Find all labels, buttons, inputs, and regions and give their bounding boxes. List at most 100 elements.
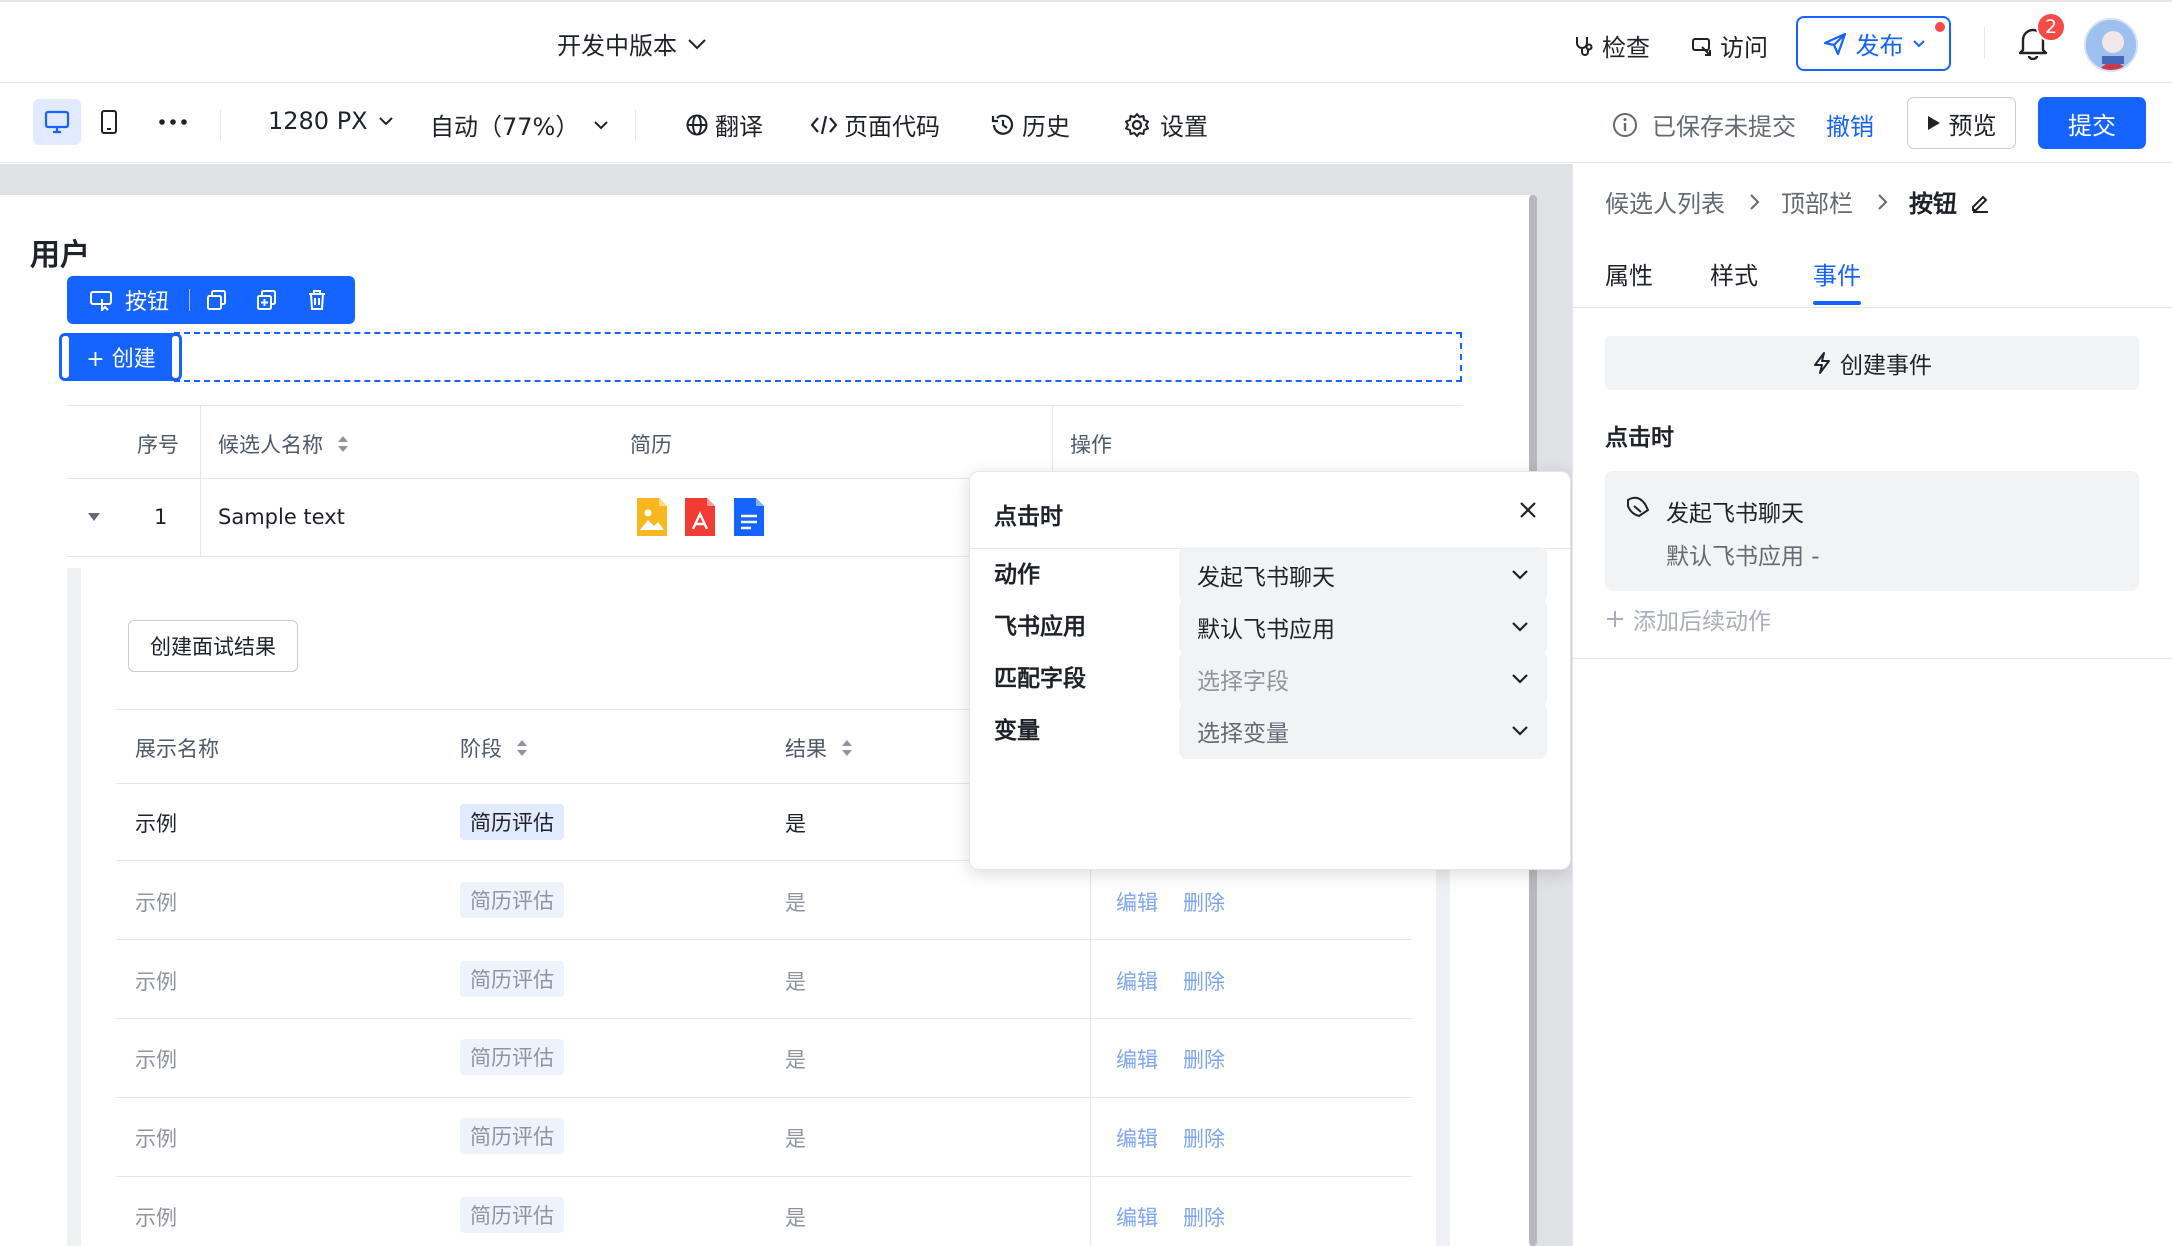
copy-icon[interactable] [206,289,228,311]
header-stage[interactable]: 阶段 [460,733,528,763]
notification-button[interactable]: 2 [2018,12,2066,60]
publish-button[interactable]: 发布 [1796,16,1951,71]
table-row[interactable]: 示例 简历评估 是 编辑 删除 [116,1177,1412,1246]
table-row[interactable]: 示例 简历评估 是 编辑 删除 [116,861,1412,939]
inspect-button[interactable]: 检查 [1572,28,1650,63]
edit-link[interactable]: 编辑 [1116,887,1158,917]
header-stage-label: 阶段 [460,737,502,761]
globe-icon [686,114,708,135]
header-result-label: 结果 [785,737,827,761]
history-icon [991,114,1014,135]
delete-link[interactable]: 删除 [1183,966,1225,996]
document-file-icon[interactable] [732,496,766,538]
divider [1090,861,1091,939]
create-event-label: 创建事件 [1840,353,1932,379]
zoom-dropdown[interactable]: 自动（77%） [430,107,609,142]
trash-icon[interactable] [306,289,328,311]
pdf-file-icon[interactable] [683,496,717,538]
play-icon [1927,116,1940,130]
edit-link[interactable]: 编辑 [1116,966,1158,996]
close-icon[interactable] [1518,500,1538,520]
app-select[interactable]: 默认飞书应用 [1179,599,1547,655]
page-code-label: 页面代码 [844,113,940,141]
zoom-label: 自动（77%） [430,113,580,141]
row-result: 是 [785,1127,806,1151]
stage-tag: 简历评估 [460,804,564,840]
delete-link[interactable]: 删除 [1183,1202,1225,1232]
on-click-label: 点击时 [1605,425,1674,451]
history-button[interactable]: 历史 [990,107,1070,142]
image-file-icon[interactable] [635,496,669,538]
divider [1573,307,2172,308]
avatar-image [2086,20,2136,70]
delete-link[interactable]: 删除 [1183,1044,1225,1074]
variable-select[interactable]: 选择变量 [1179,703,1547,759]
more-button[interactable] [159,119,187,125]
breadcrumb-item-topbar[interactable]: 顶部栏 [1781,184,1853,219]
plus-icon [1607,611,1623,627]
edit-link[interactable]: 编辑 [1116,1044,1158,1074]
desktop-view-button[interactable] [33,99,81,145]
tab-properties[interactable]: 属性 [1605,256,1653,291]
field-label-action: 动作 [994,562,1040,588]
undo-link[interactable]: 撤销 [1826,107,1874,142]
divider [1573,658,2172,659]
divider [1090,940,1091,1018]
row-result: 是 [785,891,806,915]
version-dropdown[interactable]: 开发中版本 [557,26,707,61]
page-code-button[interactable]: 页面代码 [810,107,940,142]
row-display-name: 示例 [135,891,177,915]
delete-link[interactable]: 删除 [1183,887,1225,917]
tab-events[interactable]: 事件 [1813,256,1861,291]
table-row[interactable]: 示例 简历评估 是 编辑 删除 [116,1019,1412,1097]
width-dropdown[interactable]: 1280 PX [268,107,394,135]
header-candidate-name-label: 候选人名称 [218,433,323,457]
inspect-label: 检查 [1602,34,1650,62]
resize-handle-left[interactable] [59,333,72,381]
save-status-text: 已保存未提交 [1652,113,1796,141]
create-interview-result-button[interactable]: 创建面试结果 [128,620,298,672]
table-row[interactable]: 示例 简历评估 是 编辑 删除 [116,1098,1412,1176]
edit-link[interactable]: 编辑 [1116,1202,1158,1232]
variable-placeholder: 选择变量 [1197,721,1289,747]
info-icon [1613,112,1637,137]
resize-handle-right[interactable] [169,333,182,381]
event-action-card[interactable]: 发起飞书聊天 默认飞书应用 - [1605,471,2139,591]
row-index: 1 [154,505,168,529]
tab-styles[interactable]: 样式 [1710,256,1758,291]
avatar[interactable] [2084,18,2138,72]
breadcrumb-item-candidate-list[interactable]: 候选人列表 [1605,184,1725,219]
visit-button[interactable]: 访问 [1690,28,1768,63]
action-select[interactable]: 发起飞书聊天 [1179,547,1547,603]
stage-tag: 简历评估 [460,1197,564,1233]
submit-button[interactable]: 提交 [2038,97,2146,149]
translate-button[interactable]: 翻译 [685,107,763,142]
settings-button[interactable]: 设置 [1124,107,1208,142]
create-button[interactable]: + 创建 [62,333,180,381]
header-candidate-name[interactable]: 候选人名称 [218,429,349,459]
expand-caret-icon[interactable] [87,512,101,522]
external-visit-icon [1692,37,1711,56]
create-event-button[interactable]: 创建事件 [1605,336,2139,390]
match-field-select[interactable]: 选择字段 [1179,651,1547,707]
width-label: 1280 PX [268,107,368,135]
table-row[interactable]: 示例 简历评估 是 编辑 删除 [116,940,1412,1018]
row-result: 是 [785,970,806,994]
action-select-value: 发起飞书聊天 [1197,565,1335,591]
duplicate-icon[interactable] [256,289,278,311]
edit-pencil-icon[interactable] [1969,191,1991,213]
edit-link[interactable]: 编辑 [1116,1123,1158,1153]
add-followup-action[interactable]: 添加后续动作 [1605,602,1771,636]
app-select-value: 默认飞书应用 [1197,617,1335,643]
mobile-view-button[interactable] [100,109,118,135]
delete-link[interactable]: 删除 [1183,1123,1225,1153]
preview-button[interactable]: 预览 [1907,97,2016,149]
version-label: 开发中版本 [557,32,677,60]
preview-label: 预览 [1948,111,1997,140]
field-label-app: 飞书应用 [994,614,1086,640]
header-resume: 简历 [630,433,672,457]
editor-toolbar: 1280 PX 自动（77%） 翻译 页面代码 历史 设置 已保存未提交 撤销 [0,83,2172,163]
header-result[interactable]: 结果 [785,733,853,763]
row-display-name: 示例 [135,812,177,836]
expand-indicator [67,568,81,1246]
